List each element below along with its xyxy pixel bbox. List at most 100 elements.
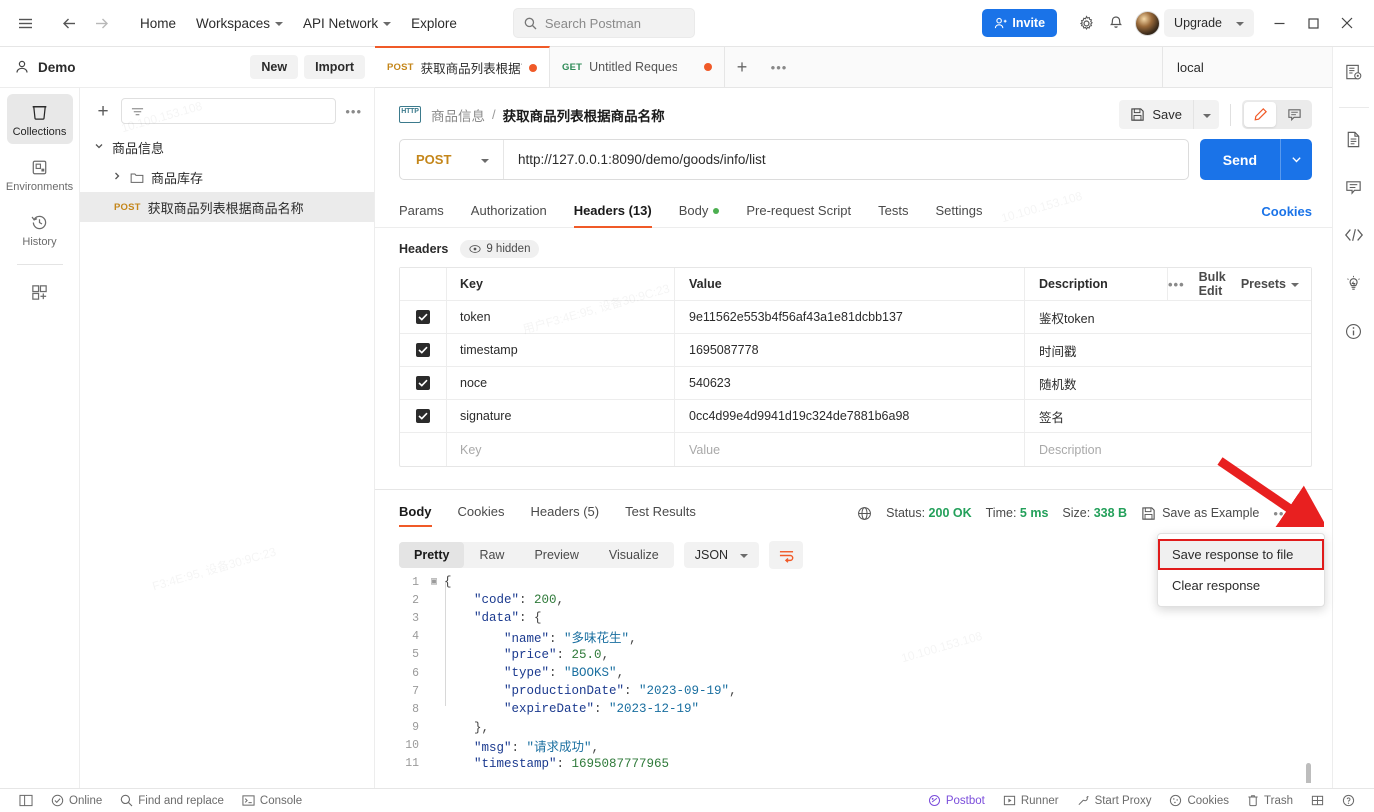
new-header-key-input[interactable]: Key [447, 433, 675, 466]
http-method-selector[interactable]: POST [400, 140, 504, 179]
collections-filter-input[interactable] [121, 98, 337, 124]
sidebar-item-history[interactable]: History [7, 204, 73, 254]
info-icon[interactable] [1339, 316, 1369, 346]
lightbulb-icon[interactable] [1339, 268, 1369, 298]
tab-tests[interactable]: Tests [878, 196, 908, 227]
header-key[interactable]: token [447, 301, 675, 333]
import-button[interactable]: Import [304, 55, 365, 79]
table-row[interactable]: signature 0cc4d99e4d9941d19c324de7881b6a… [400, 400, 1311, 433]
view-preview-button[interactable]: Preview [519, 542, 593, 568]
collections-more-options-icon[interactable]: ••• [345, 104, 362, 119]
response-body-scrollbar[interactable] [1306, 763, 1311, 783]
new-header-value-input[interactable]: Value [675, 433, 1025, 466]
table-more-options-icon[interactable]: ••• [1168, 277, 1185, 292]
view-raw-button[interactable]: Raw [464, 542, 519, 568]
trash-button[interactable]: Trash [1238, 794, 1302, 807]
response-tab-body[interactable]: Body [399, 500, 432, 527]
presets-button[interactable]: Presets [1241, 277, 1299, 291]
collection-item-商品信息[interactable]: 商品信息 [80, 132, 374, 162]
menu-item-save-response-to-file[interactable]: Save response to file [1158, 539, 1324, 570]
postbot-button[interactable]: Postbot [919, 794, 994, 807]
tab-settings[interactable]: Settings [935, 196, 982, 227]
console-button[interactable]: Console [233, 794, 311, 807]
wrap-lines-button[interactable] [769, 541, 804, 569]
tab-untitled-request[interactable]: GET Untitled Request [550, 47, 725, 87]
cookies-link[interactable]: Cookies [1261, 204, 1312, 219]
save-options-button[interactable] [1193, 100, 1219, 129]
request-item-获取商品列表根据商品名称[interactable]: POST 获取商品列表根据商品名称 [80, 192, 374, 222]
online-status[interactable]: Online [42, 794, 111, 807]
table-row[interactable]: timestamp 1695087778 时间戳 [400, 334, 1311, 367]
nav-workspaces[interactable]: Workspaces [186, 11, 293, 36]
header-description[interactable]: 鉴权token [1025, 301, 1311, 333]
new-button[interactable]: New [250, 55, 299, 79]
table-row[interactable]: noce 540623 随机数 [400, 367, 1311, 400]
bulk-edit-button[interactable]: Bulk Edit [1199, 270, 1227, 298]
header-value[interactable]: 0cc4d99e4d9941d19c324de7881b6a98 [675, 400, 1025, 432]
tab-params[interactable]: Params [399, 196, 444, 227]
breadcrumb-leaf[interactable]: 获取商品列表根据商品名称 [503, 105, 665, 125]
row-checkbox[interactable] [416, 376, 430, 390]
send-button[interactable]: Send [1199, 139, 1312, 180]
tab-authorization[interactable]: Authorization [471, 196, 547, 227]
comments-icon[interactable] [1339, 172, 1369, 202]
edit-mode-button[interactable] [1244, 102, 1276, 127]
window-close-button[interactable] [1330, 7, 1364, 39]
response-tab-cookies[interactable]: Cookies [458, 500, 505, 527]
new-tab-button[interactable]: + [725, 47, 759, 87]
nav-api-network[interactable]: API Network [293, 11, 401, 36]
tabs-more-options-icon[interactable]: ••• [759, 47, 799, 87]
nav-home[interactable]: Home [130, 11, 186, 36]
nav-back-icon[interactable] [54, 8, 84, 38]
row-checkbox[interactable] [416, 343, 430, 357]
header-description[interactable]: 随机数 [1025, 367, 1311, 399]
header-value[interactable]: 9e11562e553b4f56af43a1e81dcbb137 [675, 301, 1025, 333]
fold-toggle[interactable]: ▣ [431, 576, 444, 588]
header-value[interactable]: 1695087778 [675, 334, 1025, 366]
runner-button[interactable]: Runner [994, 794, 1068, 807]
nav-explore[interactable]: Explore [401, 11, 467, 36]
header-value[interactable]: 540623 [675, 367, 1025, 399]
send-options-button[interactable] [1280, 139, 1312, 180]
hamburger-menu-icon[interactable] [10, 8, 40, 38]
response-tab-headers[interactable]: Headers (5) [530, 500, 599, 527]
folder-item-商品库存[interactable]: 商品库存 [80, 162, 374, 192]
layout-toggle-button[interactable] [1302, 794, 1333, 807]
user-avatar[interactable] [1135, 10, 1161, 36]
tab-headers[interactable]: Headers (13) [573, 196, 652, 228]
comment-mode-button[interactable] [1278, 102, 1310, 127]
header-key[interactable]: noce [447, 367, 675, 399]
row-checkbox-cell[interactable] [400, 433, 447, 466]
nav-forward-icon[interactable] [86, 8, 116, 38]
sidebar-toggle-button[interactable] [10, 794, 42, 807]
row-checkbox-cell[interactable] [400, 334, 447, 366]
global-search-input[interactable]: Search Postman [512, 8, 695, 38]
save-button[interactable]: Save [1119, 100, 1193, 129]
tab-pre-request-script[interactable]: Pre-request Script [746, 196, 851, 227]
window-maximize-button[interactable] [1296, 7, 1330, 39]
table-row[interactable]: token 9e11562e553b4f56af43a1e81dcbb137 鉴… [400, 301, 1311, 334]
sidebar-item-environments[interactable]: Environments [6, 149, 73, 199]
start-proxy-button[interactable]: Start Proxy [1068, 794, 1161, 807]
settings-gear-icon[interactable] [1071, 8, 1101, 38]
workspace-selector[interactable]: Demo [14, 59, 76, 75]
upgrade-button[interactable]: Upgrade [1164, 9, 1254, 37]
table-row-empty[interactable]: Key Value Description [400, 433, 1311, 466]
header-key[interactable]: timestamp [447, 334, 675, 366]
response-format-selector[interactable]: JSON [683, 542, 760, 568]
response-more-options-icon[interactable]: ••• [1273, 506, 1290, 521]
response-tab-test-results[interactable]: Test Results [625, 500, 696, 527]
help-button[interactable] [1333, 794, 1364, 807]
notifications-bell-icon[interactable] [1101, 8, 1131, 38]
row-checkbox[interactable] [416, 310, 430, 324]
window-minimize-button[interactable] [1262, 7, 1296, 39]
documentation-icon[interactable] [1339, 124, 1369, 154]
row-checkbox-cell[interactable] [400, 400, 447, 432]
header-key[interactable]: signature [447, 400, 675, 432]
tab-获取商品列表根据商品[interactable]: POST 获取商品列表根据商品 [375, 46, 550, 87]
url-input[interactable]: http://127.0.0.1:8090/demo/goods/info/li… [504, 152, 1188, 167]
menu-item-clear-response[interactable]: Clear response [1158, 570, 1324, 601]
header-description[interactable]: 时间戳 [1025, 334, 1311, 366]
sidebar-add-module-button[interactable] [7, 277, 73, 308]
view-pretty-button[interactable]: Pretty [399, 542, 465, 568]
